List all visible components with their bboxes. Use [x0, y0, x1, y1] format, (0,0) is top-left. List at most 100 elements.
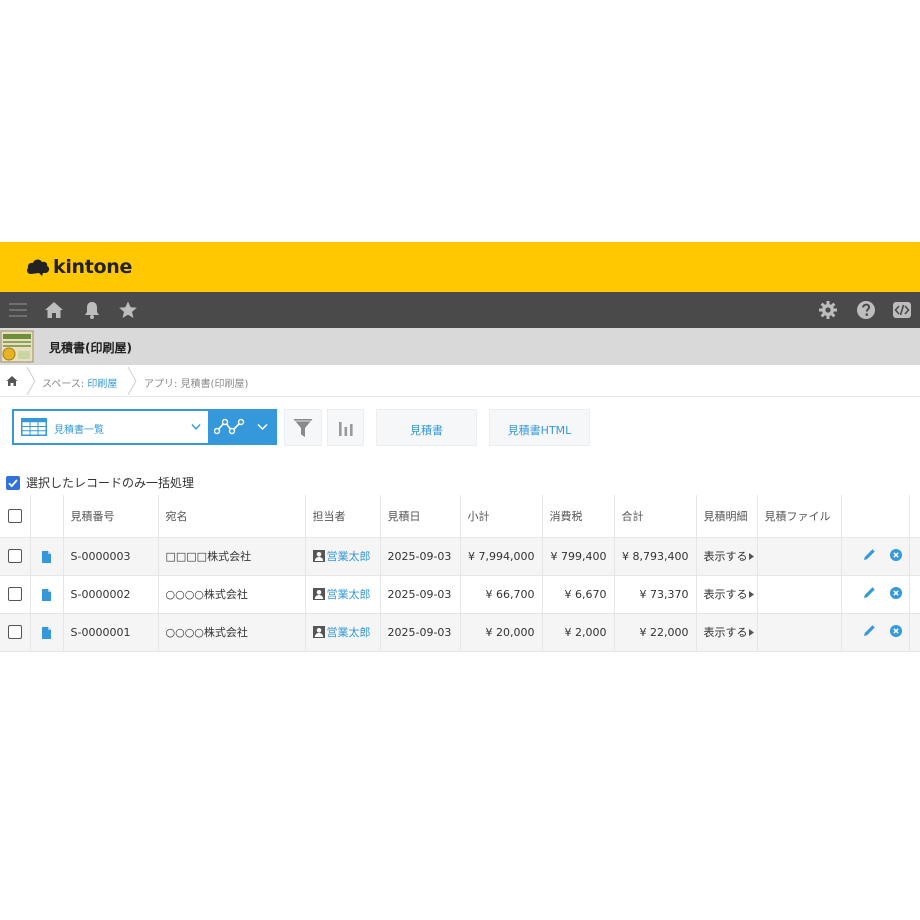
kintone-logo[interactable]: kintone [26, 256, 132, 278]
row-checkbox-cell [0, 537, 30, 576]
breadcrumb-space: スペース: 印刷屋 [42, 375, 117, 390]
edit-pencil-icon[interactable] [863, 548, 876, 561]
owner-link[interactable]: 営業太郎 [327, 624, 371, 640]
filter-button[interactable] [284, 409, 322, 446]
table-row: S-0000003 □□□□株式会社 営業太郎 2025-09-03 ¥ 7,9… [0, 537, 920, 576]
cell-tax: ¥ 799,400 [541, 537, 614, 576]
caret-right-icon [748, 629, 754, 636]
cell-quote-details: 表示する [695, 537, 757, 576]
header-tax[interactable]: 消費税 [541, 495, 614, 538]
record-detail-icon[interactable] [42, 588, 51, 601]
show-details-toggle[interactable]: 表示する [704, 626, 754, 639]
cell-total: ¥ 8,793,400 [613, 537, 696, 576]
cell-addressee: ○○○○株式会社 [157, 613, 305, 652]
edit-pencil-icon[interactable] [863, 624, 876, 637]
app-icon[interactable] [0, 330, 34, 363]
header-total[interactable]: 合計 [613, 495, 696, 538]
show-details-toggle[interactable]: 表示する [704, 550, 754, 563]
view-selector: 見積書一覧 [12, 409, 277, 445]
cell-quote-file [756, 613, 841, 652]
cell-addressee: ○○○○株式会社 [157, 575, 305, 614]
cell-quote-file [756, 575, 841, 614]
row-spacer [908, 575, 920, 614]
owner-link[interactable]: 営業太郎 [327, 548, 371, 564]
cell-quote-number: S-0000002 [62, 575, 158, 614]
cell-quote-date: 2025-09-03 [379, 537, 460, 576]
breadcrumb-space-link[interactable]: 印刷屋 [87, 379, 117, 390]
header-actions [840, 495, 909, 538]
cell-total: ¥ 22,000 [613, 613, 696, 652]
global-navigation [0, 292, 920, 328]
show-details-toggle[interactable]: 表示する [704, 588, 754, 601]
brand-bar: kintone [0, 242, 920, 292]
quote-html-button-label: 見積書HTML [507, 424, 572, 437]
view-dropdown[interactable]: 見積書一覧 [14, 411, 208, 443]
cell-quote-details: 表示する [695, 575, 757, 614]
row-detail-cell [29, 613, 63, 652]
header-addressee[interactable]: 宛名 [157, 495, 305, 538]
quote-button[interactable]: 見積書 [376, 409, 477, 446]
star-icon[interactable] [118, 300, 138, 320]
table-row: S-0000001 ○○○○株式会社 営業太郎 2025-09-03 ¥ 20,… [0, 613, 920, 652]
code-icon[interactable] [892, 300, 912, 320]
delete-circle-icon[interactable] [889, 624, 902, 637]
select-all-checkbox[interactable] [7, 508, 22, 523]
cell-owner: 営業太郎 [304, 613, 380, 652]
bulk-process-option: 選択したレコードのみ一括処理 [6, 474, 194, 491]
table-header-row: 見積番号 宛名 担当者 見積日 小計 消費税 合計 見積明細 見積ファイル [0, 495, 920, 538]
breadcrumb-home-icon[interactable] [6, 375, 18, 387]
breadcrumb-separator [26, 367, 36, 395]
graph-button[interactable] [327, 409, 364, 446]
edit-pencil-icon[interactable] [863, 586, 876, 599]
row-detail-cell [29, 575, 63, 614]
app-header: 見積書(印刷屋) [0, 328, 920, 365]
menu-icon[interactable] [8, 300, 28, 320]
cell-tax: ¥ 6,670 [541, 575, 614, 614]
view-name: 見積書一覧 [54, 425, 104, 436]
row-detail-cell [29, 537, 63, 576]
record-detail-icon[interactable] [42, 550, 51, 563]
header-quote-file[interactable]: 見積ファイル [756, 495, 841, 538]
help-icon[interactable] [856, 300, 876, 320]
bell-icon[interactable] [82, 300, 102, 320]
owner-link[interactable]: 営業太郎 [327, 586, 371, 602]
caret-right-icon [748, 591, 754, 598]
show-details-label: 表示する [703, 550, 748, 563]
breadcrumb-app: アプリ: 見積書(印刷屋) [144, 375, 248, 390]
row-checkbox[interactable] [7, 587, 22, 601]
record-detail-icon[interactable] [42, 626, 51, 639]
quote-html-button[interactable]: 見積書HTML [489, 409, 590, 446]
header-subtotal[interactable]: 小計 [459, 495, 542, 538]
gear-icon[interactable] [818, 300, 838, 320]
show-details-label: 表示する [703, 588, 748, 601]
bulk-process-checkbox[interactable] [6, 475, 20, 490]
breadcrumb-separator [127, 367, 137, 395]
breadcrumb-space-prefix: スペース: [42, 379, 88, 390]
header-owner[interactable]: 担当者 [304, 495, 380, 538]
breadcrumb-app-name: 見積書(印刷屋) [180, 379, 249, 390]
graph-dropdown[interactable] [208, 411, 275, 443]
row-spacer [908, 537, 920, 576]
header-quote-date[interactable]: 見積日 [379, 495, 460, 538]
cell-actions [840, 613, 909, 652]
delete-circle-icon[interactable] [889, 586, 902, 599]
header-icon-column [29, 495, 63, 538]
row-checkbox[interactable] [7, 625, 22, 639]
cell-subtotal: ¥ 20,000 [459, 613, 542, 652]
home-icon[interactable] [44, 300, 64, 320]
header-quote-number[interactable]: 見積番号 [62, 495, 158, 538]
cell-subtotal: ¥ 7,994,000 [459, 537, 542, 576]
cell-quote-details: 表示する [695, 613, 757, 652]
cell-owner: 営業太郎 [304, 575, 380, 614]
row-checkbox[interactable] [7, 549, 22, 563]
records-table: 見積番号 宛名 担当者 見積日 小計 消費税 合計 見積明細 見積ファイル S-… [0, 495, 920, 652]
delete-circle-icon[interactable] [889, 548, 902, 561]
breadcrumb: スペース: 印刷屋 アプリ: 見積書(印刷屋) [0, 365, 920, 397]
header-select-all [0, 495, 30, 538]
user-icon [312, 550, 325, 562]
cell-owner: 営業太郎 [304, 537, 380, 576]
table-row: S-0000002 ○○○○株式会社 営業太郎 2025-09-03 ¥ 66,… [0, 575, 920, 614]
header-quote-details[interactable]: 見積明細 [695, 495, 757, 538]
row-spacer [908, 613, 920, 652]
filter-icon [293, 418, 313, 437]
